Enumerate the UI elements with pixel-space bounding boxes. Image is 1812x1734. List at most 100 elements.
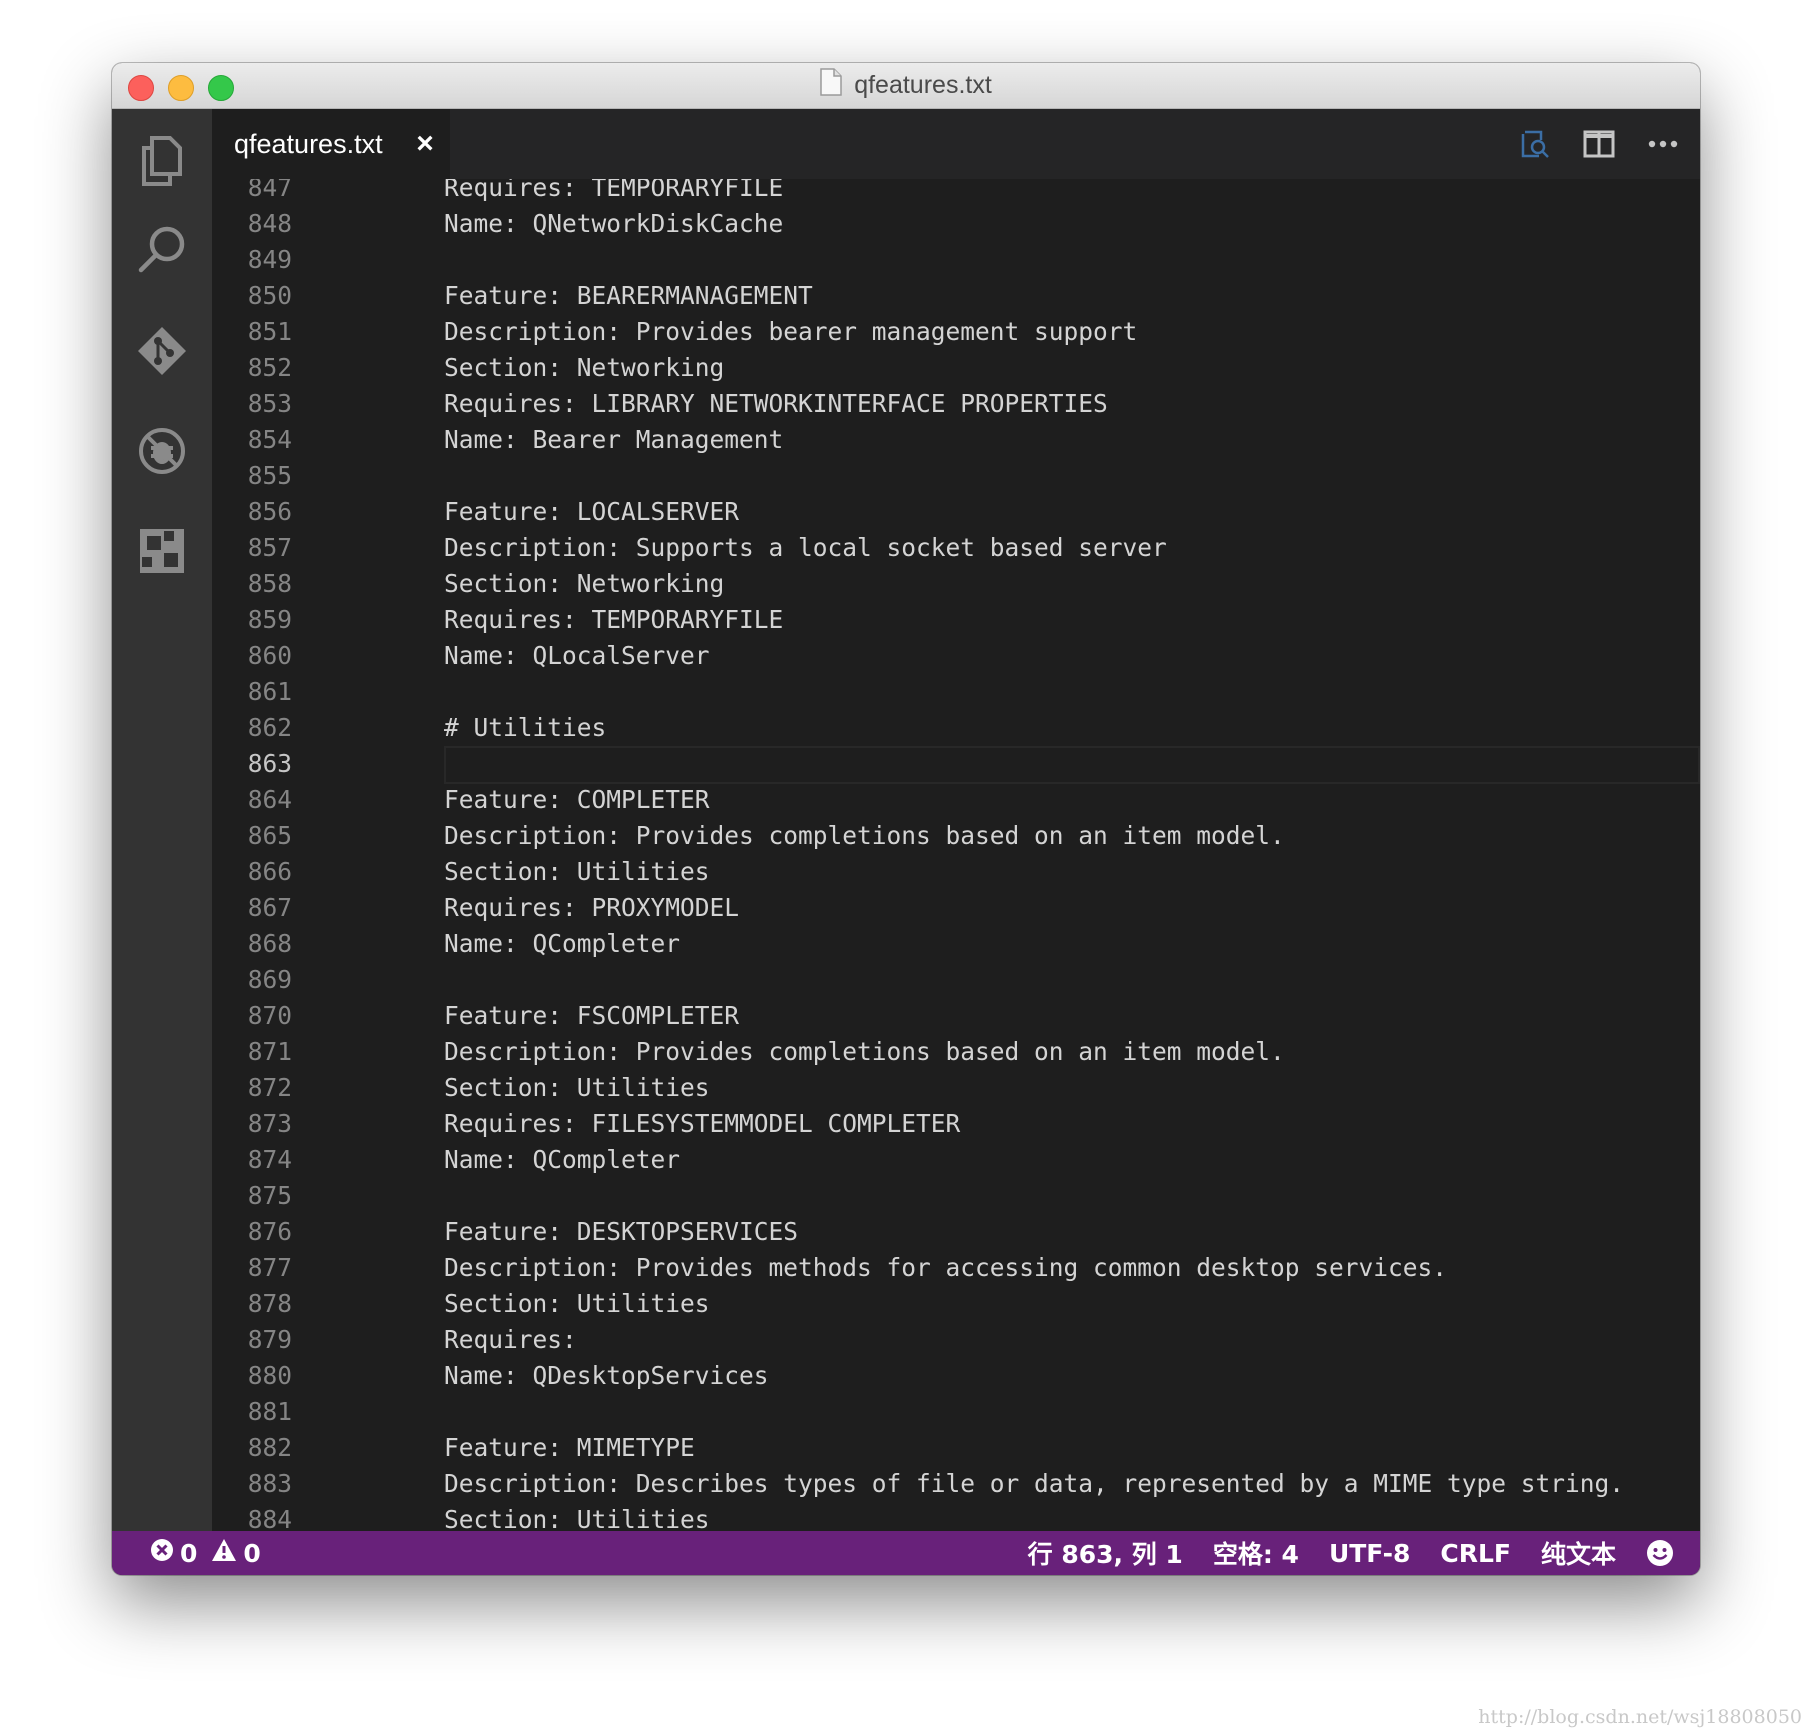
extensions-icon[interactable]	[134, 523, 190, 579]
code-line[interactable]: 864 Feature: COMPLETER	[212, 782, 1700, 818]
code-line[interactable]: 873 Requires: FILESYSTEMMODEL COMPLETER	[212, 1106, 1700, 1142]
line-number: 860	[247, 641, 292, 670]
code-line[interactable]: 867 Requires: PROXYMODEL	[212, 890, 1700, 926]
line-text: Name: QLocalServer	[444, 641, 710, 670]
code-line[interactable]: 877 Description: Provides methods for acc…	[212, 1250, 1700, 1286]
line-text: Description: Describes types of file or …	[444, 1469, 1625, 1498]
text-editor[interactable]: 847 Requires: TEMPORARYFILE 848 Name: QNetw…	[212, 179, 1700, 1531]
line-number: 884	[247, 1505, 292, 1531]
line-number: 851	[247, 317, 292, 346]
code-line[interactable]: 850 Feature: BEARERMANAGEMENT	[212, 278, 1700, 314]
smiley-icon[interactable]	[1646, 1539, 1674, 1567]
explorer-icon[interactable]	[134, 133, 190, 189]
code-line[interactable]: 861	[212, 674, 1700, 710]
code-line[interactable]: 884 Section: Utilities	[212, 1502, 1700, 1531]
line-number: 872	[247, 1073, 292, 1102]
code-line[interactable]: 880 Name: QDesktopServices	[212, 1358, 1700, 1394]
code-line[interactable]: 881	[212, 1394, 1700, 1430]
line-text: Name: QCompleter	[444, 929, 681, 958]
indentation[interactable]: 空格: 4	[1213, 1535, 1299, 1571]
code-line[interactable]: 851 Description: Provides bearer manageme…	[212, 314, 1700, 350]
source-control-icon[interactable]	[134, 323, 190, 379]
line-number: 866	[247, 857, 292, 886]
tab-close-button[interactable]: ×	[408, 127, 442, 161]
tab-qfeatures[interactable]: qfeatures.txt ×	[212, 109, 451, 179]
line-text: Description: Provides methods for access…	[444, 1253, 1448, 1282]
code-line[interactable]: 883 Description: Describes types of file …	[212, 1466, 1700, 1502]
code-line[interactable]: 868 Name: QCompleter	[212, 926, 1700, 962]
current-line[interactable]: 863	[212, 746, 1700, 784]
line-number: 862	[247, 713, 292, 742]
code-line[interactable]: 847 Requires: TEMPORARYFILE	[212, 179, 1700, 206]
line-text: Requires: TEMPORARYFILE	[444, 605, 784, 634]
code-line[interactable]: 882 Feature: MIMETYPE	[212, 1430, 1700, 1466]
code-lines: 847 Requires: TEMPORARYFILE 848 Name: QNetw…	[212, 179, 1700, 1531]
debug-icon[interactable]	[134, 423, 190, 479]
line-number: 855	[247, 461, 292, 490]
code-line[interactable]: 870 Feature: FSCOMPLETER	[212, 998, 1700, 1034]
search-icon[interactable]	[134, 221, 190, 277]
line-number: 858	[247, 569, 292, 598]
error-icon	[150, 1538, 180, 1568]
line-text: Name: QDesktopServices	[444, 1361, 769, 1390]
line-number: 880	[247, 1361, 292, 1390]
code-line[interactable]: 849	[212, 242, 1700, 278]
code-line[interactable]: 852 Section: Networking	[212, 350, 1700, 386]
encoding[interactable]: UTF-8	[1329, 1539, 1410, 1568]
line-text: Description: Supports a local socket bas…	[444, 533, 1167, 562]
line-number: 850	[247, 281, 292, 310]
line-text: Section: Utilities	[444, 1073, 710, 1102]
code-line[interactable]: 855	[212, 458, 1700, 494]
line-ending[interactable]: CRLF	[1440, 1539, 1511, 1568]
more-actions-icon[interactable]	[1642, 123, 1684, 165]
language-mode[interactable]: 纯文本	[1541, 1535, 1616, 1571]
line-text: Requires: LIBRARY NETWORKINTERFACE PROPE…	[444, 389, 1108, 418]
code-line[interactable]: 862 # Utilities	[212, 710, 1700, 746]
warnings-indicator[interactable]: 0	[211, 1538, 261, 1568]
warning-count: 0	[243, 1538, 261, 1568]
line-text: Requires:	[444, 1325, 577, 1354]
current-line-highlight	[444, 746, 1700, 784]
line-number: 878	[247, 1289, 292, 1318]
code-line[interactable]: 876 Feature: DESKTOPSERVICES	[212, 1214, 1700, 1250]
line-text: Requires: TEMPORARYFILE	[444, 179, 784, 202]
code-line[interactable]: 866 Section: Utilities	[212, 854, 1700, 890]
line-number: 869	[247, 965, 292, 994]
cursor-position[interactable]: 行 863, 列 1	[1028, 1535, 1183, 1571]
code-line[interactable]: 860 Name: QLocalServer	[212, 638, 1700, 674]
open-preview-icon[interactable]	[1514, 123, 1556, 165]
line-text: # Utilities	[444, 713, 607, 742]
errors-indicator[interactable]: 0	[150, 1538, 197, 1568]
line-number: 865	[247, 821, 292, 850]
code-line[interactable]: 871 Description: Provides completions bas…	[212, 1034, 1700, 1070]
code-line[interactable]: 848 Name: QNetworkDiskCache	[212, 206, 1700, 242]
code-line[interactable]: 857 Description: Supports a local socket …	[212, 530, 1700, 566]
code-line[interactable]: 859 Requires: TEMPORARYFILE	[212, 602, 1700, 638]
code-line[interactable]: 865 Description: Provides completions bas…	[212, 818, 1700, 854]
line-number: 864	[247, 785, 292, 814]
line-number: 874	[247, 1145, 292, 1174]
code-line[interactable]: 878 Section: Utilities	[212, 1286, 1700, 1322]
line-number: 867	[247, 893, 292, 922]
code-line[interactable]: 856 Feature: LOCALSERVER	[212, 494, 1700, 530]
split-editor-icon[interactable]	[1578, 123, 1620, 165]
code-line[interactable]: 879 Requires:	[212, 1322, 1700, 1358]
line-number: 877	[247, 1253, 292, 1282]
code-line[interactable]: 854 Name: Bearer Management	[212, 422, 1700, 458]
code-line[interactable]: 853 Requires: LIBRARY NETWORKINTERFACE PR…	[212, 386, 1700, 422]
line-number: 879	[247, 1325, 292, 1354]
line-text: Section: Networking	[444, 353, 725, 382]
line-text: Feature: MIMETYPE	[444, 1433, 695, 1462]
code-line[interactable]: 869	[212, 962, 1700, 998]
line-text: Feature: COMPLETER	[444, 785, 710, 814]
code-line[interactable]: 875	[212, 1178, 1700, 1214]
status-right: 行 863, 列 1 空格: 4 UTF-8 CRLF 纯文本	[998, 1531, 1674, 1575]
code-line[interactable]: 872 Section: Utilities	[212, 1070, 1700, 1106]
line-number: 883	[247, 1469, 292, 1498]
line-text: Section: Utilities	[444, 1289, 710, 1318]
code-line[interactable]: 858 Section: Networking	[212, 566, 1700, 602]
code-line[interactable]: 874 Name: QCompleter	[212, 1142, 1700, 1178]
line-text: Description: Provides bearer management …	[444, 317, 1138, 346]
line-number: 875	[247, 1181, 292, 1210]
watermark: http://blog.csdn.net/wsj18808050	[1478, 1706, 1802, 1728]
